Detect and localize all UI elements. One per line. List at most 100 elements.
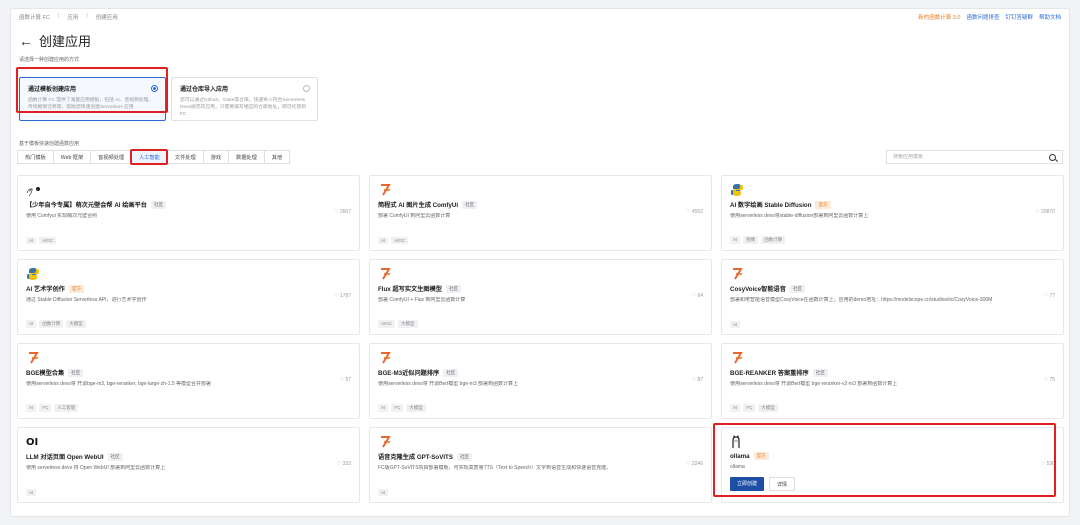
tab-file[interactable]: 文件处理 [167, 151, 204, 163]
template-card[interactable]: 语音克隆生成 GPT-SoVITS 社区 ♡ 2246 FC版GPT-SoVITS… [369, 427, 712, 503]
template-card[interactable]: 简程式 AI 图片生成 ComfyUI 社区 ♡ 4552 部署 ComfyUI … [369, 175, 712, 251]
card-description: 部署和佬智能语音模型CosyVoice在函数计算上，应用的demo地址：http… [730, 297, 993, 303]
page-title: 创建应用 [39, 34, 92, 49]
like-count: ♡ 333 [336, 461, 351, 467]
tab-data[interactable]: 数据处理 [229, 151, 265, 163]
template-card[interactable]: ꪑ 【少年自今专属】萌次元壁会帮 AI 绘画平台 社区 ♡ 2607 使用 Com… [17, 175, 360, 251]
breadcrumb: 函数计算 FC | 应用 | 创建应用 [19, 13, 118, 21]
breadcrumb-item[interactable]: 函数计算 FC [19, 13, 50, 21]
like-count: ♡ 2246 [686, 461, 703, 467]
tag: AI [26, 404, 37, 412]
troubleshoot-link[interactable]: 函数问题排查 [966, 13, 999, 21]
function-compute-icon [730, 351, 1055, 365]
tab-media[interactable]: 音视频处理 [91, 151, 133, 163]
template-card[interactable]: BGE模型合集 社区 ♡ 57 使用serverless devs将 开源bge-… [17, 343, 360, 419]
function-compute-icon [378, 351, 703, 365]
back-arrow-icon[interactable]: ← [19, 34, 33, 48]
tab-other[interactable]: 其他 [264, 151, 290, 163]
template-method-card[interactable]: 通过模板创建应用 函数计算 FC 提供了海量应用模板，包括 AI、音视频处理、传… [19, 77, 166, 121]
template-card[interactable]: BGE-REANKER 答案重排序 社区 ♡ 75 使用serverless de… [721, 343, 1064, 419]
tag: AI [730, 236, 741, 244]
template-card[interactable]: AI 数字绘画 Stable Diffusion 官方 ♡ 29870 使用ser… [721, 175, 1064, 251]
dingtalk-group-link[interactable]: 钉钉答疑群 [1005, 13, 1033, 21]
community-badge: 社区 [456, 452, 473, 461]
card-description: 部署 ComfyUI 到阿里云函数计算 [378, 213, 451, 219]
template-card[interactable]: Flux 超写实文生图模型 社区 ♡ 64 部署 ComfyUI + Flux 到… [369, 259, 712, 335]
function-compute-icon [378, 267, 703, 281]
template-card[interactable]: OI LLM 对话页面 Open WebUI 社区 ♡ 333 使用 server… [17, 427, 360, 503]
search-icon[interactable] [1049, 153, 1056, 161]
template-search [886, 150, 1063, 164]
tab-ai[interactable]: 人工智能 [132, 151, 168, 163]
tab-hot[interactable]: 热门模板 [18, 151, 54, 163]
repo-method-card[interactable]: 通过仓库导入应用 您可以通过Github、Gitee等仓库，快速导入符合Serv… [171, 77, 318, 121]
search-input[interactable] [893, 154, 1049, 160]
tag: AI [730, 321, 741, 328]
card-description: ollama [730, 464, 745, 470]
card-title: AI 艺术字创作 [26, 286, 65, 293]
community-badge: 社区 [443, 368, 459, 377]
tag: 大模型 [398, 320, 418, 328]
tag: AIGC [378, 320, 396, 328]
tag: 大模型 [66, 320, 86, 328]
like-count: ♡ 87 [691, 377, 703, 383]
tag: AI [730, 404, 741, 412]
card-title: 简程式 AI 图片生成 ComfyUI [378, 202, 459, 209]
tag: 函数计算 [39, 320, 64, 328]
template-card[interactable]: BGE-M3近似问题排序 社区 ♡ 87 使用serverless devs将 开… [369, 343, 712, 419]
radio-unselected-icon[interactable] [303, 85, 310, 92]
community-badge: 社区 [812, 368, 828, 377]
tag: AI [378, 404, 389, 412]
method-description: 您可以通过Github、Gitee等仓库，快速导入符合Serverless De… [180, 98, 307, 117]
like-count: ♡ 64 [691, 293, 703, 299]
card-description: 使用 Comfyui 实现萌次元壁合照 [26, 213, 98, 219]
tag: FC [743, 404, 756, 412]
tab-game[interactable]: 游戏 [203, 151, 230, 163]
tag: 图像 [743, 236, 759, 244]
method-prompt: 请选择一种创建应用的方式 [19, 57, 80, 63]
tag: 函数计算 [761, 236, 786, 244]
tag: 大模型 [406, 404, 426, 412]
like-count: ♡ 77 [1043, 293, 1055, 299]
community-badge: 社区 [107, 452, 123, 461]
tag: AI [26, 320, 37, 328]
card-title: CosyVoice智能语音 [730, 286, 786, 293]
tag: AI [378, 237, 389, 244]
template-card-ollama[interactable]: ollama 官方 ♡ 530 ollama 立即创建 详情 [721, 427, 1064, 503]
tag: AI [378, 489, 389, 496]
community-badge: 社区 [151, 200, 167, 209]
like-count: ♡ 4552 [686, 209, 703, 215]
create-now-button[interactable]: 立即创建 [730, 477, 765, 491]
like-count: ♡ 2607 [334, 209, 351, 215]
new-fc3-link[interactable]: 新的函数计算 3.0 [918, 13, 960, 21]
tag: AI [26, 237, 37, 244]
tab-web[interactable]: Web 框架 [53, 151, 92, 163]
function-compute-icon [730, 267, 1055, 281]
template-card[interactable]: AI 艺术字创作 官方 ♡ 1787 通过 Stable Diffusion Se… [17, 259, 360, 335]
help-docs-link[interactable]: 帮助文档 [1039, 13, 1061, 21]
radio-selected-icon[interactable] [151, 85, 158, 92]
details-button[interactable]: 详情 [769, 477, 796, 491]
top-links: 新的函数计算 3.0 函数问题排查 钉钉答疑群 帮助文档 [918, 13, 1061, 21]
card-title: BGE-REANKER 答案重排序 [730, 370, 809, 377]
card-description: 部署 ComfyUI + Flux 到阿里云函数计算 [378, 297, 466, 303]
tag: AIGC [391, 237, 409, 244]
community-badge: 社区 [445, 284, 462, 293]
card-title: BGE模型合集 [26, 370, 65, 377]
official-badge: 官方 [815, 200, 831, 209]
card-title: 语音克隆生成 GPT-SoVITS [378, 454, 453, 461]
tag: FC [391, 404, 404, 412]
card-title: LLM 对话页面 Open WebUI [26, 454, 104, 461]
breadcrumb-separator: | [57, 13, 60, 19]
template-card[interactable]: CosyVoice智能语音 社区 ♡ 77 部署和佬智能语音模型CosyVoice… [721, 259, 1064, 335]
breadcrumb-item[interactable]: 应用 [67, 13, 78, 21]
card-title: ollama [730, 452, 750, 460]
card-description: 使用serverless devs将 开源Bert模型 bge-m3 部署到函数… [378, 381, 519, 387]
breadcrumb-item: 创建应用 [95, 15, 118, 21]
title-row: ← 创建应用 [19, 31, 91, 50]
card-title: BGE-M3近似问题排序 [378, 370, 440, 377]
official-badge: 官方 [68, 284, 85, 293]
like-count: ♡ 530 [1040, 461, 1055, 467]
like-count: ♡ 57 [339, 377, 351, 383]
open-webui-logo-icon: OI [26, 436, 39, 448]
